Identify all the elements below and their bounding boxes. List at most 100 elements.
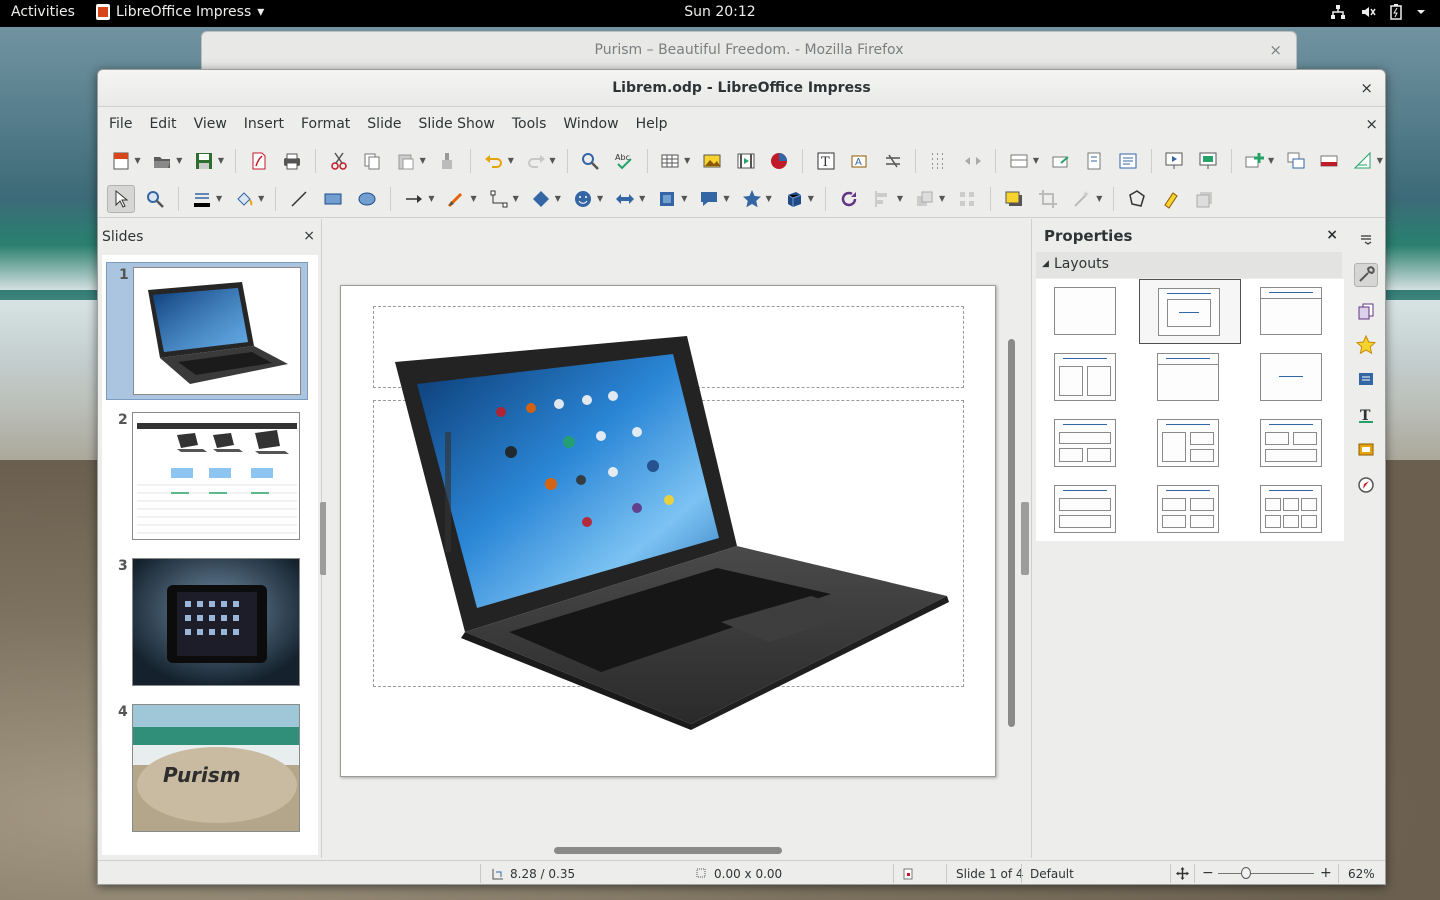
- zoom-slider-thumb[interactable]: [1241, 867, 1251, 879]
- fontwork-button[interactable]: A: [845, 147, 873, 175]
- chevron-down-icon[interactable]: ▼: [470, 194, 476, 203]
- slide-list[interactable]: 1 2 3 4 Purism: [102, 255, 318, 855]
- copy-button[interactable]: [359, 147, 387, 175]
- chevron-down-icon[interactable]: ▼: [639, 194, 645, 203]
- chevron-down-icon[interactable]: ▼: [684, 156, 690, 165]
- layout-title-content-2-content[interactable]: [1139, 411, 1241, 476]
- chevron-down-icon[interactable]: ▼: [897, 194, 903, 203]
- crop-button[interactable]: [1034, 185, 1062, 213]
- chevron-down-icon[interactable]: ▼: [218, 156, 224, 165]
- slide-thumbnail-4[interactable]: 4 Purism: [106, 700, 308, 838]
- slide-transition-tab-icon[interactable]: [1354, 367, 1378, 391]
- styles-tab-icon[interactable]: T: [1354, 403, 1378, 427]
- spelling-button[interactable]: Abc: [610, 147, 638, 175]
- 3d-objects-button[interactable]: [780, 185, 808, 213]
- vertical-scrollbar[interactable]: [1008, 339, 1015, 727]
- layout-title-4-content[interactable]: [1139, 477, 1241, 542]
- slide-thumbnail-2[interactable]: 2: [106, 408, 308, 546]
- app-menu[interactable]: LibreOffice Impress ▾: [96, 4, 264, 20]
- zoom-level[interactable]: 62%: [1348, 867, 1375, 881]
- special-character-button[interactable]: [879, 147, 907, 175]
- layout-title-2-content-over-content[interactable]: [1242, 411, 1344, 476]
- menu-view[interactable]: View: [194, 116, 236, 132]
- stars-button[interactable]: [738, 185, 766, 213]
- layout-title-6-content[interactable]: [1242, 477, 1344, 542]
- undo-button[interactable]: [480, 147, 508, 175]
- layout-title-slide[interactable]: [1139, 345, 1241, 410]
- callouts-button[interactable]: [695, 185, 723, 213]
- basic-shapes-button[interactable]: [527, 185, 555, 213]
- save-button[interactable]: [190, 147, 218, 175]
- block-arrows-button[interactable]: [611, 185, 639, 213]
- master-slides-tab-icon[interactable]: [1354, 299, 1378, 323]
- menu-tools[interactable]: Tools: [512, 116, 556, 132]
- new-slide-button[interactable]: [1241, 147, 1269, 175]
- master-slide-name[interactable]: Default: [1030, 867, 1074, 881]
- system-tray[interactable]: [1330, 4, 1426, 20]
- delete-slide-button[interactable]: [1316, 147, 1344, 175]
- layout-title-two-content[interactable]: [1036, 345, 1138, 410]
- start-presentation-button[interactable]: [1161, 147, 1189, 175]
- helplines-button[interactable]: [959, 147, 987, 175]
- chevron-down-icon[interactable]: ▼: [1268, 156, 1274, 165]
- slide-transition-button[interactable]: [1349, 147, 1377, 175]
- gallery-tab-icon[interactable]: [1354, 437, 1378, 461]
- chevron-down-icon[interactable]: ▼: [420, 156, 426, 165]
- master-slide-button[interactable]: [1047, 147, 1075, 175]
- chevron-down-icon[interactable]: ▼: [1033, 156, 1039, 165]
- menu-file[interactable]: File: [109, 116, 141, 132]
- redo-button[interactable]: [522, 147, 550, 175]
- menu-slide[interactable]: Slide: [367, 116, 410, 132]
- toggle-extrusion-button[interactable]: [1191, 185, 1219, 213]
- chevron-down-icon[interactable]: ▼: [1096, 194, 1102, 203]
- slides-pane-close-button[interactable]: ×: [303, 228, 315, 244]
- fill-color-button[interactable]: [230, 185, 258, 213]
- slide-thumbnail-1[interactable]: 1: [106, 262, 308, 400]
- ellipse-tool-button[interactable]: [353, 185, 381, 213]
- chevron-down-icon[interactable]: ▼: [513, 194, 519, 203]
- points-button[interactable]: [1123, 185, 1151, 213]
- rotate-button[interactable]: [835, 185, 863, 213]
- layout-blank[interactable]: [1036, 279, 1138, 344]
- slide-properties-button[interactable]: [1114, 147, 1142, 175]
- insert-media-button[interactable]: [732, 147, 760, 175]
- layout-title-content[interactable]: [1139, 279, 1241, 344]
- table-button[interactable]: [657, 147, 685, 175]
- sidebar-menu-icon[interactable]: [1354, 227, 1378, 251]
- insert-chart-button[interactable]: [765, 147, 793, 175]
- arrow-tool-button[interactable]: [400, 185, 428, 213]
- shadow-button[interactable]: [1000, 185, 1028, 213]
- chevron-down-icon[interactable]: ▼: [939, 194, 945, 203]
- cut-button[interactable]: [325, 147, 353, 175]
- properties-tab-wrench-icon[interactable]: [1354, 263, 1378, 287]
- chevron-down-icon[interactable]: ▼: [508, 156, 514, 165]
- slide-edit-area[interactable]: [326, 219, 1023, 858]
- select-tool-button[interactable]: [107, 184, 135, 213]
- zoom-slider-track[interactable]: [1218, 873, 1314, 874]
- connector-tool-button[interactable]: [485, 185, 513, 213]
- open-button[interactable]: [149, 147, 177, 175]
- chevron-down-icon[interactable]: ▼: [808, 194, 814, 203]
- chevron-down-icon[interactable]: ▼: [597, 194, 603, 203]
- duplicate-slide-button[interactable]: [1282, 147, 1310, 175]
- window-close-button[interactable]: ×: [1360, 79, 1373, 97]
- zoom-in-button[interactable]: +: [1320, 865, 1332, 881]
- chevron-down-icon[interactable]: ▼: [766, 194, 772, 203]
- flowchart-button[interactable]: [653, 185, 681, 213]
- zoom-out-button[interactable]: −: [1202, 865, 1214, 881]
- export-pdf-button[interactable]: [245, 147, 273, 175]
- layout-title-only[interactable]: [1242, 279, 1344, 344]
- window-titlebar[interactable]: Librem.odp - LibreOffice Impress ×: [98, 70, 1385, 107]
- document-close-button[interactable]: ×: [1365, 115, 1378, 133]
- rectangle-tool-button[interactable]: [319, 185, 347, 213]
- properties-close-button[interactable]: ×: [1326, 227, 1338, 243]
- chevron-down-icon[interactable]: ▼: [428, 194, 434, 203]
- insert-image-button[interactable]: [698, 147, 726, 175]
- menu-insert[interactable]: Insert: [244, 116, 293, 132]
- paste-button[interactable]: [392, 147, 420, 175]
- line-color-button[interactable]: [188, 185, 216, 213]
- arrange-button[interactable]: [911, 185, 939, 213]
- chevron-down-icon[interactable]: ▼: [1377, 156, 1383, 165]
- slide-canvas[interactable]: [340, 285, 996, 777]
- chevron-down-icon[interactable]: ▼: [681, 194, 687, 203]
